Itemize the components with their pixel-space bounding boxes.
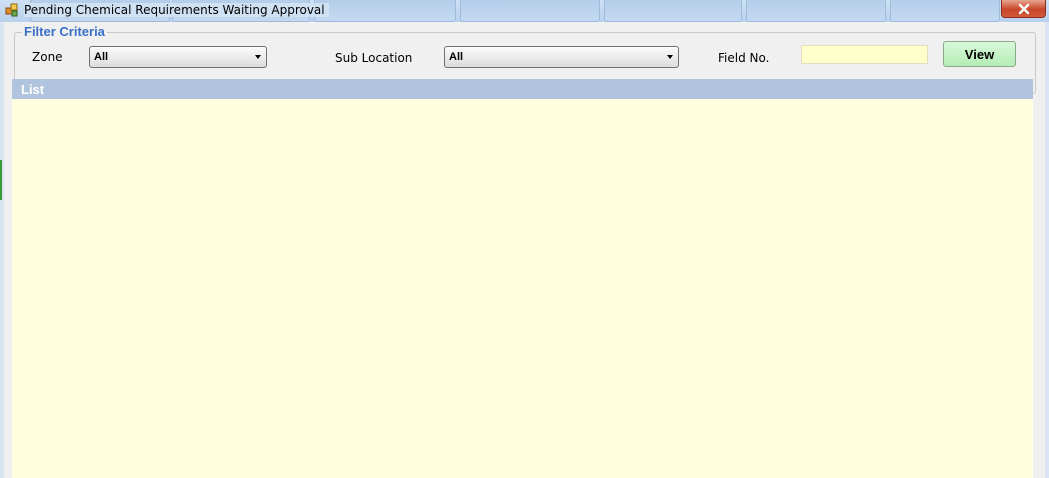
zone-dropdown[interactable]: All	[89, 46, 267, 68]
filter-criteria-legend: Filter Criteria	[22, 24, 107, 39]
close-button[interactable]	[1001, 0, 1046, 18]
app-window-icon	[5, 3, 18, 17]
sub-location-dropdown[interactable]: All	[444, 46, 679, 68]
field-no-label: Field No.	[718, 51, 770, 65]
chevron-down-icon	[667, 55, 673, 59]
window-client-area: Filter Criteria Zone All Sub Location Al…	[4, 22, 1045, 478]
window-title: Pending Chemical Requirements Waiting Ap…	[24, 3, 329, 17]
zone-dropdown-value: All	[94, 51, 109, 63]
list-grid[interactable]	[12, 99, 1033, 478]
close-x-icon	[1018, 3, 1029, 14]
title-bar[interactable]: Pending Chemical Requirements Waiting Ap…	[0, 0, 1049, 22]
zone-label: Zone	[32, 50, 63, 64]
field-no-input[interactable]	[801, 45, 928, 64]
window-edge-accent	[0, 160, 2, 200]
list-header: List	[12, 79, 1033, 99]
sub-location-label: Sub Location	[335, 51, 413, 65]
chevron-down-icon	[255, 55, 261, 59]
window-frame: Filter Criteria Zone All Sub Location Al…	[0, 22, 1049, 478]
view-button[interactable]: View	[943, 41, 1016, 67]
sub-location-dropdown-value: All	[449, 51, 464, 63]
